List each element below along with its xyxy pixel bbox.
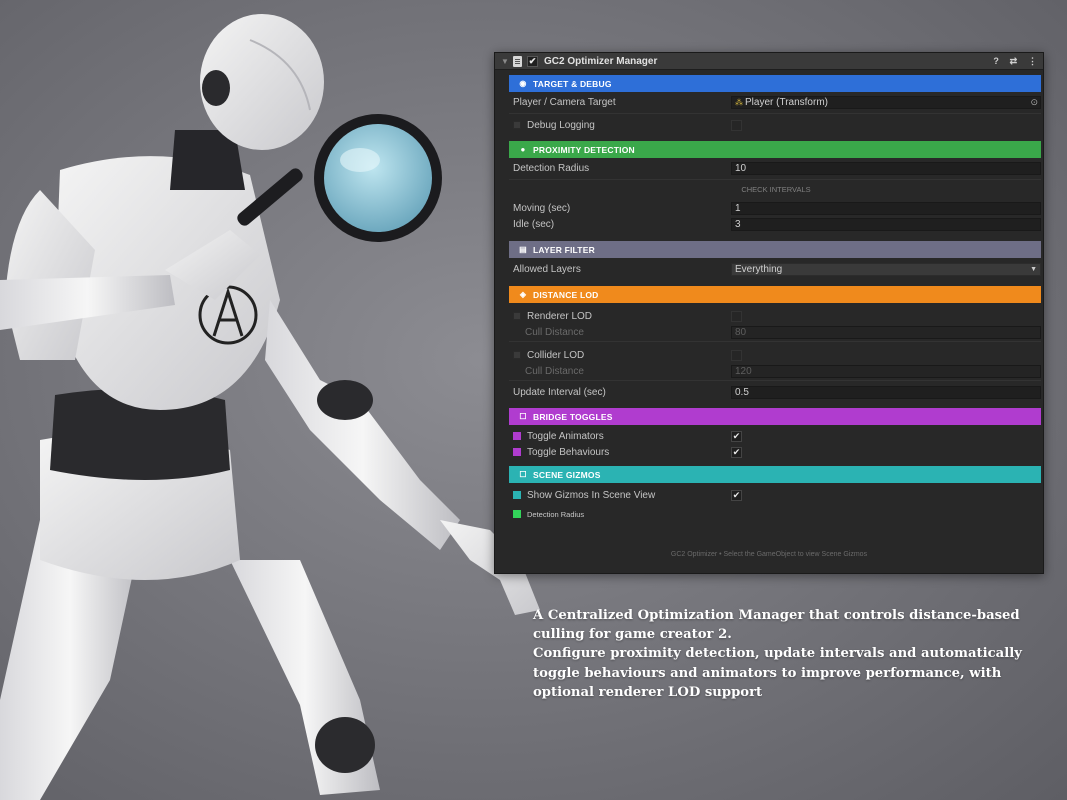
- toggle-behaviours-row: Toggle Behaviours ✔: [509, 444, 1041, 460]
- section-title: DISTANCE LOD: [533, 289, 599, 300]
- debug-logging-row: Debug Logging: [509, 114, 1041, 136]
- layers-icon: ▤: [519, 245, 527, 254]
- detection-radius-row: Detection Radius 10: [509, 158, 1041, 180]
- object-picker-icon[interactable]: ⊙: [1030, 97, 1038, 108]
- detection-radius-label: Detection Radius: [513, 163, 590, 174]
- marketing-caption: A Centralized Optimization Manager that …: [533, 606, 1033, 702]
- section-scene-gizmos[interactable]: ☐ SCENE GIZMOS: [509, 466, 1041, 483]
- allowed-layers-row: Allowed Layers Everything ▼: [509, 258, 1041, 281]
- renderer-lod-row: Renderer LOD: [509, 308, 1041, 324]
- optimizer-manager-inspector: ▼ ✔ GC2 Optimizer Manager ? ⇄ ⋮ ◉ TARGET…: [494, 52, 1044, 574]
- detection-radius-field[interactable]: 10: [731, 162, 1041, 175]
- toggle-behaviours-label: Toggle Behaviours: [527, 446, 610, 458]
- update-interval-field[interactable]: 0.5: [731, 385, 1041, 399]
- transform-icon: ⁂: [735, 98, 743, 107]
- update-interval-row: Update Interval (sec) 0.5: [509, 381, 1041, 403]
- idle-interval-row: Idle (sec) 3: [509, 216, 1041, 232]
- player-target-row: Player / Camera Target ⁂ Player (Transfo…: [509, 92, 1041, 114]
- renderer-cull-row: Cull Distance 80: [509, 324, 1041, 342]
- gizmo-icon: ☐: [519, 470, 527, 479]
- section-distance-lod[interactable]: ◈ DISTANCE LOD: [509, 286, 1041, 303]
- section-target-debug[interactable]: ◉ TARGET & DEBUG: [509, 75, 1041, 92]
- component-title: GC2 Optimizer Manager: [544, 55, 658, 67]
- inspector-footer: GC2 Optimizer • Select the GameObject to…: [670, 551, 868, 558]
- collider-cull-label: Cull Distance: [525, 366, 584, 377]
- section-title: PROXIMITY DETECTION: [533, 144, 635, 155]
- allowed-layers-value: Everything: [735, 264, 783, 275]
- renderer-cull-field[interactable]: 80: [731, 326, 1041, 339]
- show-gizmos-checkbox[interactable]: ✔: [731, 489, 742, 501]
- section-title: BRIDGE TOGGLES: [533, 411, 613, 422]
- idle-label: Idle (sec): [513, 218, 555, 230]
- renderer-mini-checkbox[interactable]: [513, 311, 521, 320]
- moving-field[interactable]: 1: [731, 201, 1041, 215]
- toggle-animators-checkbox[interactable]: ✔: [731, 430, 742, 442]
- chevron-down-icon: ▼: [1030, 266, 1037, 273]
- component-enabled-checkbox[interactable]: ✔: [527, 55, 538, 67]
- collider-mini-checkbox[interactable]: [513, 350, 521, 359]
- kebab-menu-icon[interactable]: ⋮: [1028, 56, 1037, 66]
- collider-cull-row: Cull Distance 120: [509, 363, 1041, 381]
- moving-interval-row: Moving (sec) 1: [509, 200, 1041, 216]
- renderer-lod-label: Renderer LOD: [527, 310, 593, 322]
- idle-field[interactable]: 3: [731, 217, 1041, 231]
- detection-radius-swatch: [513, 510, 521, 518]
- detection-radius-legend-row: Detection Radius: [509, 504, 1041, 524]
- caption-line-1: A Centralized Optimization Manager that …: [533, 608, 1020, 643]
- fold-arrow-icon[interactable]: ▼: [501, 57, 511, 66]
- diamond-icon: ◈: [519, 290, 527, 299]
- target-icon: ◉: [519, 79, 527, 88]
- show-gizmos-label: Show Gizmos In Scene View: [527, 489, 656, 501]
- debug-mini-checkbox[interactable]: [513, 120, 521, 129]
- allowed-layers-label: Allowed Layers: [513, 264, 581, 275]
- section-title: SCENE GIZMOS: [533, 469, 601, 480]
- toggle-animators-row: Toggle Animators ✔: [509, 428, 1041, 444]
- check-intervals-caption: CHECK INTERVALS: [741, 185, 811, 194]
- caption-line-2: Configure proximity detection, update in…: [533, 646, 1022, 700]
- gizmos-swatch: [513, 490, 521, 499]
- section-title: LAYER FILTER: [533, 244, 595, 255]
- section-title: TARGET & DEBUG: [533, 78, 612, 89]
- collider-lod-checkbox[interactable]: [731, 349, 742, 361]
- show-gizmos-row: Show Gizmos In Scene View ✔: [509, 486, 1041, 504]
- collider-lod-label: Collider LOD: [527, 349, 585, 361]
- allowed-layers-dropdown[interactable]: Everything ▼: [731, 263, 1041, 276]
- debug-logging-label: Debug Logging: [527, 119, 595, 131]
- section-proximity-detection[interactable]: ● PROXIMITY DETECTION: [509, 141, 1041, 158]
- renderer-lod-checkbox[interactable]: [731, 310, 742, 322]
- collider-lod-row: Collider LOD: [509, 347, 1041, 363]
- section-layer-filter[interactable]: ▤ LAYER FILTER: [509, 241, 1041, 258]
- toggle-animators-label: Toggle Animators: [527, 430, 604, 442]
- player-target-field[interactable]: ⁂ Player (Transform) ⊙: [731, 96, 1041, 109]
- bridge-icon: ☐: [519, 412, 527, 421]
- toggle-behaviours-checkbox[interactable]: ✔: [731, 446, 742, 458]
- proximity-icon: ●: [520, 145, 526, 154]
- collider-cull-field[interactable]: 120: [731, 365, 1041, 378]
- help-icon[interactable]: ?: [993, 56, 999, 66]
- behaviours-swatch: [513, 447, 521, 456]
- update-interval-label: Update Interval (sec): [513, 386, 606, 398]
- animators-swatch: [513, 431, 521, 440]
- preset-icon[interactable]: ⇄: [1010, 56, 1018, 66]
- component-header[interactable]: ▼ ✔ GC2 Optimizer Manager ? ⇄ ⋮: [495, 53, 1043, 70]
- header-icons: ? ⇄ ⋮: [985, 56, 1037, 67]
- player-target-label: Player / Camera Target: [513, 97, 616, 108]
- player-target-value: Player (Transform): [745, 97, 828, 108]
- detection-radius-legend: Detection Radius: [527, 509, 585, 519]
- script-icon: [513, 55, 522, 67]
- moving-label: Moving (sec): [513, 202, 571, 214]
- renderer-cull-label: Cull Distance: [525, 327, 584, 338]
- debug-logging-checkbox[interactable]: [731, 119, 742, 131]
- robot-with-magnifying-glass-illustration: [0, 14, 540, 800]
- section-bridge-toggles[interactable]: ☐ BRIDGE TOGGLES: [509, 408, 1041, 425]
